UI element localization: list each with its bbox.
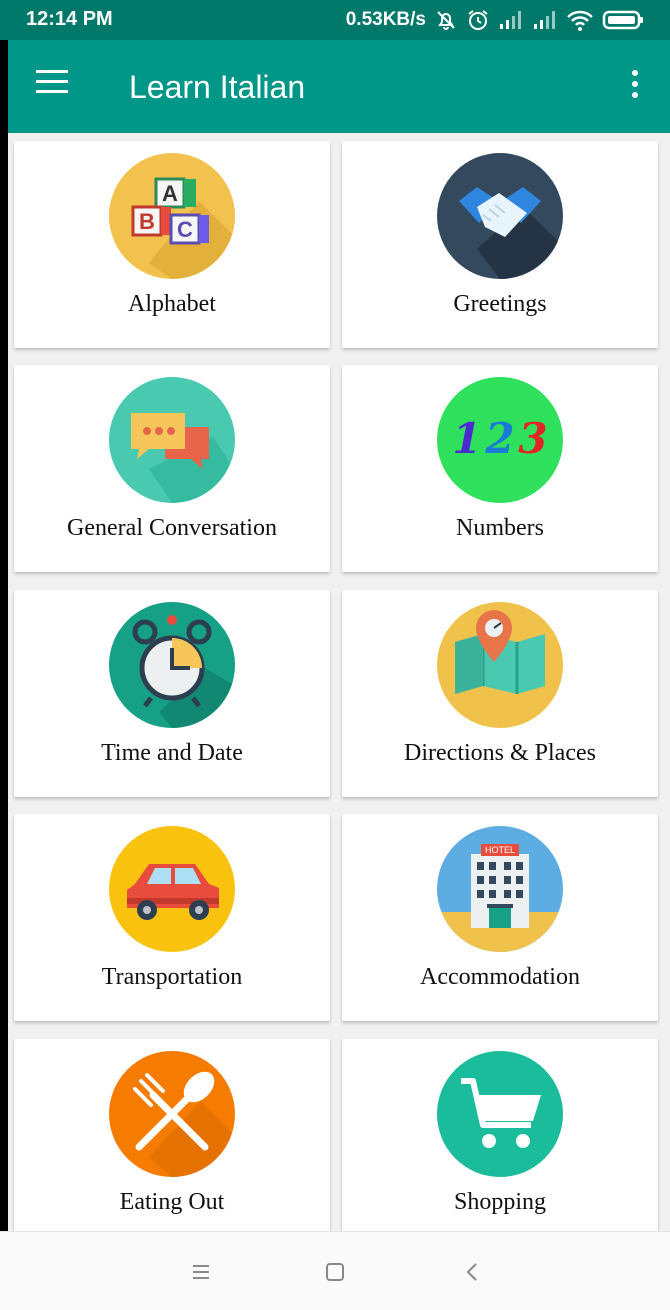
category-label: Numbers — [456, 515, 544, 541]
category-label: Alphabet — [128, 291, 216, 317]
category-card-alphabet[interactable]: A B C Alphabet — [14, 141, 330, 348]
signal-icon — [500, 11, 521, 29]
battery-icon — [602, 10, 643, 30]
category-grid: A B C Alphabet Greetings General Convers… — [8, 133, 670, 1231]
shopping-cart-icon — [437, 1051, 563, 1177]
map-pin-icon — [437, 602, 563, 728]
signal-icon — [534, 11, 555, 29]
category-label: Time and Date — [101, 740, 243, 766]
more-vert-icon[interactable] — [628, 70, 642, 104]
alarm-clock-icon — [468, 10, 488, 30]
svg-text:A: A — [162, 181, 178, 206]
svg-text:C: C — [177, 217, 193, 242]
status-icons: 0.53KB/s — [346, 6, 644, 34]
fork-spoon-icon — [109, 1051, 235, 1177]
wifi-icon — [567, 10, 593, 31]
chat-bubbles-icon — [109, 377, 235, 503]
category-card-shopping[interactable]: Shopping — [342, 1039, 658, 1231]
svg-text:HOTEL: HOTEL — [485, 845, 515, 855]
category-card-directions-places[interactable]: Directions & Places — [342, 590, 658, 797]
svg-text:1: 1 — [452, 414, 481, 463]
category-label: Transportation — [101, 964, 243, 990]
back-icon[interactable] — [461, 1260, 485, 1284]
category-label: General Conversation — [67, 515, 277, 541]
recents-icon[interactable] — [189, 1260, 213, 1284]
page-title: Learn Italian — [129, 69, 306, 105]
svg-text:3: 3 — [518, 414, 547, 463]
category-label: Accommodation — [420, 964, 580, 990]
category-card-time-and-date[interactable]: Time and Date — [14, 590, 330, 797]
category-card-numbers[interactable]: 1 2 3 Numbers — [342, 365, 658, 572]
svg-text:2: 2 — [484, 414, 514, 463]
hotel-icon: HOTEL — [437, 826, 563, 952]
numbers-123-icon: 1 2 3 — [437, 377, 563, 503]
app-bar: Learn Italian — [8, 40, 670, 133]
alarm-clock-icon — [109, 602, 235, 728]
category-card-general-conversation[interactable]: General Conversation — [14, 365, 330, 572]
status-time: 12:14 PM — [26, 8, 113, 30]
category-card-accommodation[interactable]: HOTEL Accommodation — [342, 814, 658, 1021]
category-card-greetings[interactable]: Greetings — [342, 141, 658, 348]
status-bar: 12:14 PM 0.53KB/s — [0, 0, 670, 40]
network-speed: 0.53KB/s — [345, 9, 426, 30]
hamburger-menu-icon[interactable] — [36, 70, 72, 100]
car-icon — [109, 826, 235, 952]
category-label: Greetings — [453, 291, 547, 317]
svg-text:B: B — [139, 209, 155, 234]
category-label: Directions & Places — [404, 740, 596, 766]
category-card-transportation[interactable]: Transportation — [14, 814, 330, 1021]
home-icon[interactable] — [323, 1260, 347, 1284]
category-card-eating-out[interactable]: Eating Out — [14, 1039, 330, 1231]
abc-blocks-icon: A B C — [109, 153, 235, 279]
category-label: Shopping — [453, 1189, 546, 1215]
system-nav-bar — [0, 1231, 670, 1310]
handshake-icon — [437, 153, 563, 279]
category-label: Eating Out — [119, 1189, 225, 1215]
alarm-off-icon — [437, 11, 455, 30]
